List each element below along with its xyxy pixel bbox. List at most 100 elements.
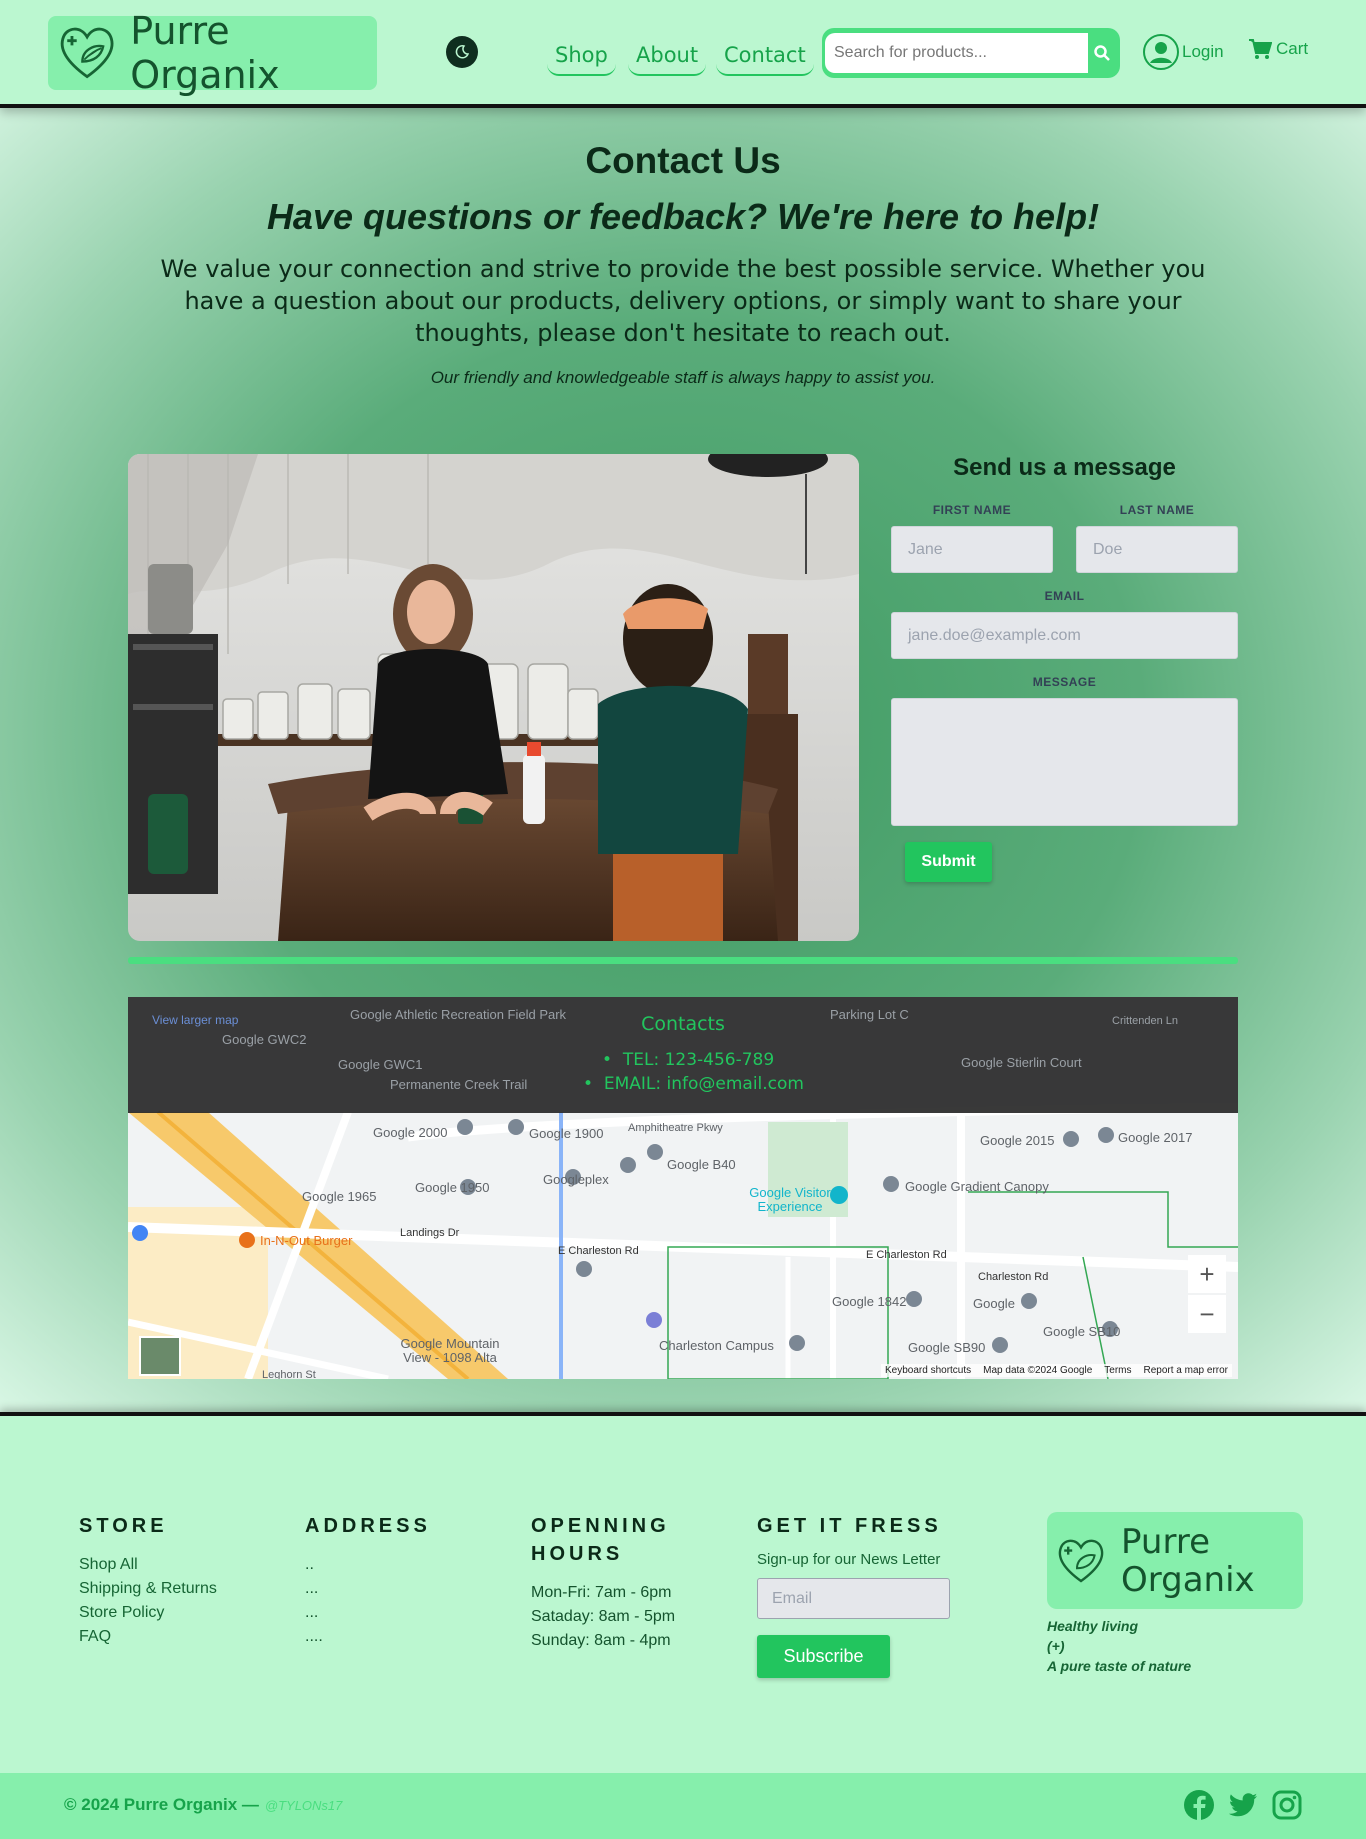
map-label: E Charleston Rd <box>866 1249 947 1261</box>
map-label: Permanente Creek Trail <box>390 1077 528 1092</box>
newsletter-label: Sign-up for our News Letter <box>757 1551 941 1568</box>
map-label: Google B40 <box>667 1157 736 1172</box>
map-zoom-out-button[interactable]: − <box>1188 1295 1226 1333</box>
footer-link-faq[interactable]: FAQ <box>79 1628 111 1646</box>
search-icon <box>1094 45 1110 61</box>
nav-contact-link[interactable]: Contact <box>716 36 814 76</box>
slogan-line: (+) <box>1047 1638 1065 1654</box>
heart-leaf-logo-icon <box>60 27 114 79</box>
address-line: ... <box>305 1604 319 1621</box>
copyright: © 2024 Purre Organix — @TYLONs17 <box>64 1795 342 1815</box>
first-name-field[interactable]: Jane <box>891 526 1053 573</box>
map-label: Google 2000 <box>373 1125 448 1140</box>
map-data-text: Map data ©2024 Google <box>983 1365 1093 1376</box>
address-line: ... <box>305 1580 319 1597</box>
footer-link-shipping[interactable]: Shipping & Returns <box>79 1580 217 1598</box>
author-link[interactable]: @TYLONs17 <box>265 1798 343 1813</box>
address-line: .. <box>305 1556 314 1573</box>
instagram-icon[interactable] <box>1271 1789 1303 1821</box>
footer-brand[interactable]: Purre Organix <box>1047 1512 1303 1609</box>
brand-logo-link[interactable]: Purre Organix <box>48 9 377 97</box>
map-label: Google SB90 <box>908 1340 986 1355</box>
user-icon <box>1143 34 1179 70</box>
map-label: E Charleston Rd <box>558 1245 639 1257</box>
map-label: Charleston Campus <box>659 1338 774 1353</box>
footer-brand-line-2: Organix <box>1121 1559 1255 1600</box>
newsletter-heading: GET IT FRESS <box>757 1515 942 1537</box>
login-label: Login <box>1182 42 1224 61</box>
page-title: Contact Us <box>585 140 781 181</box>
email-label: EMAIL <box>1044 589 1085 603</box>
hours-line: Mon-Fri: 7am - 6pm <box>531 1584 672 1601</box>
embedded-map[interactable]: Google 2000 Google 1900 Amphitheatre Pkw… <box>128 997 1238 1379</box>
twitter-icon[interactable] <box>1227 1789 1259 1821</box>
address-line: .... <box>305 1628 323 1645</box>
footer-link-shop-all[interactable]: Shop All <box>79 1556 138 1574</box>
store-photo <box>128 454 859 941</box>
map-zoom-in-button[interactable]: + <box>1188 1255 1226 1293</box>
contacts-email: • EMAIL: info@email.com <box>583 1074 804 1094</box>
map-label: Google Visitor Experience <box>749 1185 831 1214</box>
page-tagline: Have questions or feedback? We're here t… <box>266 196 1100 237</box>
contacts-tel: • TEL: 123-456-789 <box>602 1050 775 1070</box>
map-label: Google 1900 <box>529 1126 604 1141</box>
search-bar <box>822 28 1120 78</box>
message-field[interactable] <box>891 698 1238 826</box>
submit-button[interactable]: Submit <box>905 842 992 882</box>
footer-link-policy[interactable]: Store Policy <box>79 1604 164 1622</box>
footer-brand-name: Purre Organix <box>1121 1523 1255 1599</box>
hours-heading-line-1: OPENNING <box>531 1515 670 1537</box>
slogan-line: A pure taste of nature <box>1047 1658 1192 1674</box>
nav-shop-link[interactable]: Shop <box>547 36 616 76</box>
brand-name: Purre Organix <box>130 9 280 97</box>
map-label: Google SB10 <box>1043 1324 1121 1339</box>
contact-note: Our friendly and knowledgeable staff is … <box>430 368 936 387</box>
facebook-icon[interactable] <box>1183 1789 1215 1821</box>
subscribe-button[interactable]: Subscribe <box>757 1635 890 1678</box>
nav-about-link[interactable]: About <box>628 36 707 76</box>
hours-line: Sunday: 8am - 4pm <box>531 1632 671 1649</box>
map-attribution: Keyboard shortcuts Map data ©2024 Google… <box>880 1364 1232 1377</box>
map-label: Google 1842 <box>832 1294 907 1309</box>
address-heading: ADDRESS <box>305 1515 431 1537</box>
first-name-label: FIRST NAME <box>932 503 1012 517</box>
map-label: Leghorn St <box>262 1369 316 1379</box>
search-button[interactable] <box>1089 40 1115 66</box>
newsletter-email-input[interactable]: Email <box>757 1578 950 1619</box>
contact-section: Contact Us Have questions or feedback? W… <box>0 108 1366 1412</box>
cart-label: Cart <box>1276 39 1309 58</box>
map-label: Landings Dr <box>400 1227 460 1239</box>
map-label: Googleplex <box>543 1172 609 1187</box>
theme-toggle-button[interactable] <box>446 36 478 68</box>
map-label: Google 2015 <box>980 1133 1055 1148</box>
login-link[interactable]: Login <box>1142 33 1224 71</box>
cart-link[interactable]: Cart <box>1248 38 1308 60</box>
map-label: Google Mountain View - 1098 Alta <box>400 1336 500 1365</box>
map-shortcuts-link[interactable]: Keyboard shortcuts <box>885 1365 971 1376</box>
map-label: Google 1965 <box>302 1189 377 1204</box>
moon-icon <box>455 45 470 59</box>
map-label: Amphitheatre Pkwy <box>628 1122 723 1134</box>
hours-heading-line-2: HOURS <box>531 1543 624 1565</box>
last-name-field[interactable]: Doe <box>1076 526 1238 573</box>
map-label: Google <box>973 1296 1015 1311</box>
hours-line: Sataday: 8am - 5pm <box>531 1608 676 1625</box>
message-label: MESSAGE <box>1032 675 1097 689</box>
map-label: Google Gradient Canopy <box>905 1179 1049 1194</box>
copyright-text: © 2024 Purre Organix — <box>64 1795 259 1814</box>
footer-brand-line-1: Purre <box>1121 1521 1210 1562</box>
map-label: Charleston Rd <box>978 1271 1049 1283</box>
search-input[interactable] <box>825 33 1088 73</box>
map-label: Google 2017 <box>1118 1130 1193 1145</box>
map-terms-link[interactable]: Terms <box>1104 1365 1131 1376</box>
contacts-overlay: Google Athletic Recreation Field Park Go… <box>128 997 1238 1113</box>
form-title: Send us a message <box>953 454 1176 481</box>
email-field[interactable]: jane.doe@example.com <box>891 612 1238 659</box>
section-divider <box>128 957 1238 964</box>
hours-heading: OPENNING HOURS <box>531 1512 670 1568</box>
map-label: Google 1950 <box>415 1180 490 1195</box>
contacts-tel-text: TEL: 123-456-789 <box>622 1050 775 1070</box>
contacts-title: Contacts <box>641 1013 725 1035</box>
store-heading: STORE <box>79 1515 168 1537</box>
map-report-link[interactable]: Report a map error <box>1144 1365 1228 1376</box>
